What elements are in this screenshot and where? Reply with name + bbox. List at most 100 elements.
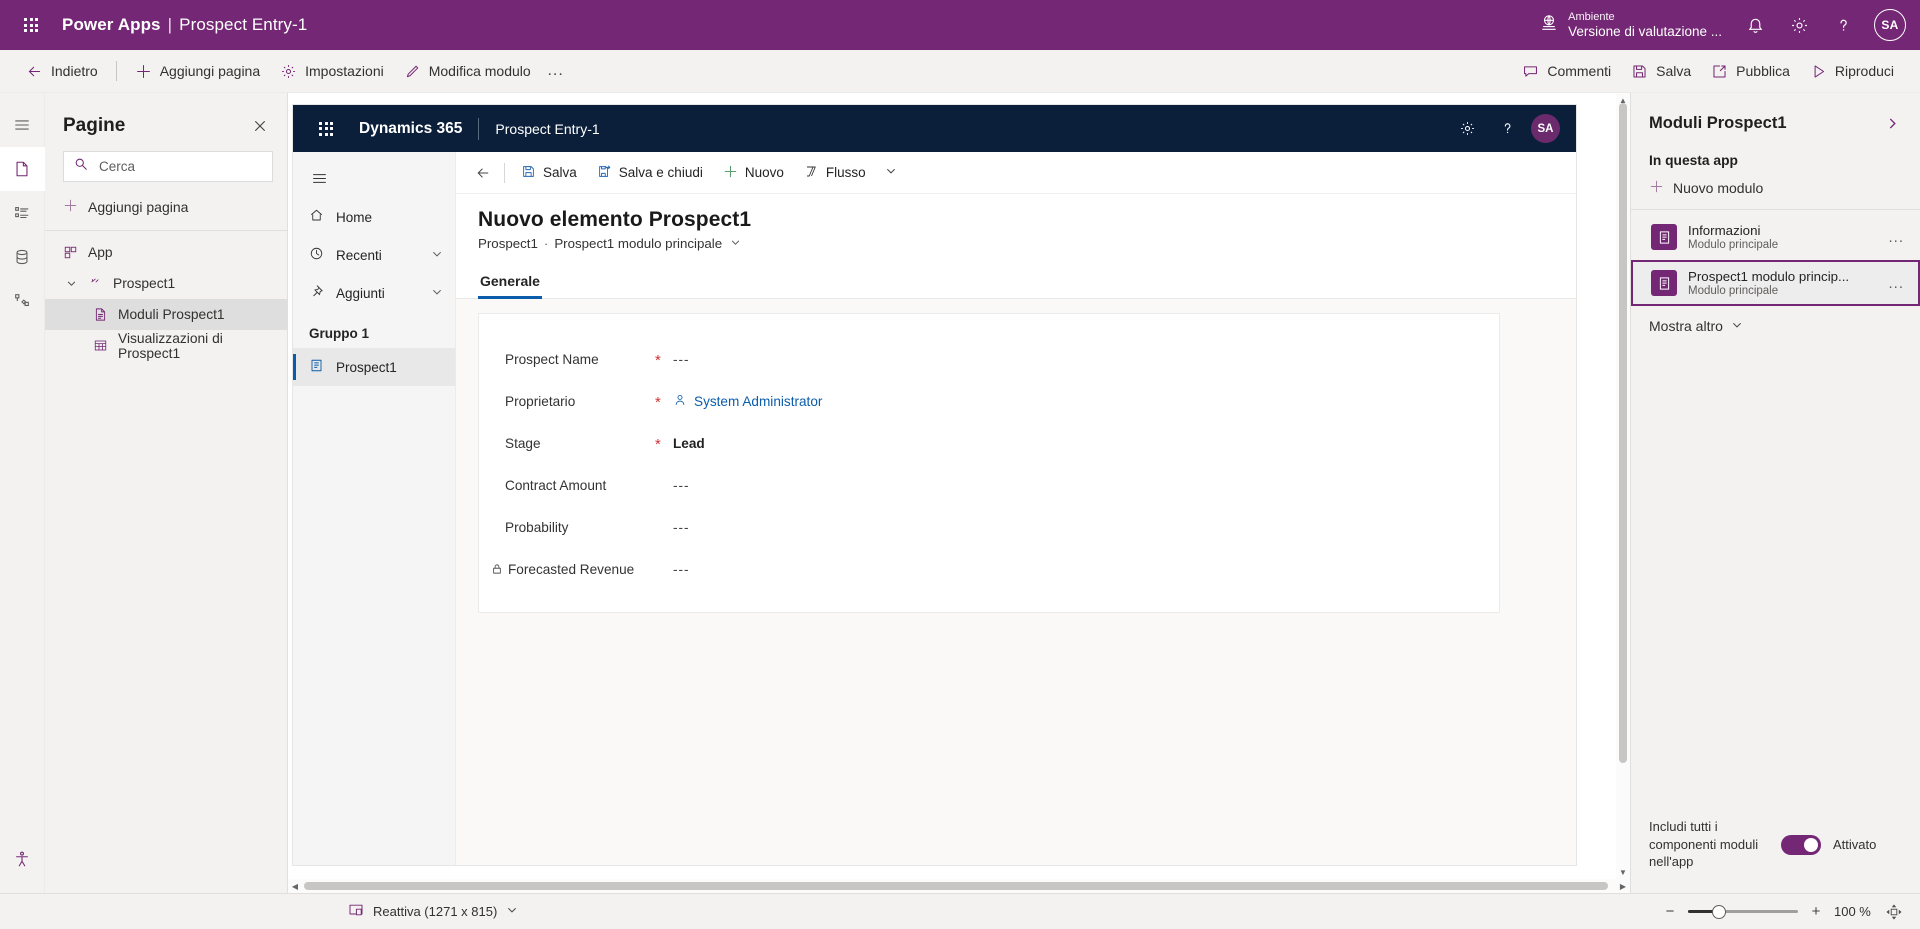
- d365-body: Home Recenti Aggiunti Gruppo 1 Prospect1…: [293, 152, 1576, 865]
- slider-knob[interactable]: [1712, 904, 1726, 919]
- add-page-link[interactable]: Aggiungi pagina: [63, 192, 273, 222]
- new-form-button[interactable]: Nuovo modulo: [1631, 174, 1920, 209]
- canvas-vertical-scrollbar[interactable]: ▲ ▼: [1616, 93, 1630, 879]
- search-input[interactable]: [97, 158, 262, 175]
- field-value[interactable]: ---: [673, 520, 690, 535]
- comments-button[interactable]: Commenti: [1512, 55, 1621, 88]
- sidebar-item-aggiunti[interactable]: Aggiunti: [293, 274, 455, 312]
- form-save-close-button[interactable]: Salva e chiudi: [587, 157, 713, 189]
- search-box[interactable]: [63, 151, 273, 182]
- question-icon[interactable]: [1824, 6, 1862, 44]
- question-icon[interactable]: [1491, 113, 1523, 145]
- avatar[interactable]: SA: [1874, 9, 1906, 41]
- list-item[interactable]: Informazioni Modulo principale ...: [1631, 214, 1920, 260]
- environment-label: Ambiente: [1568, 10, 1615, 23]
- field-value-owner[interactable]: System Administrator: [673, 393, 822, 410]
- chevron-down-icon[interactable]: [431, 248, 443, 263]
- save-button[interactable]: Salva: [1621, 55, 1701, 88]
- zoom-in-button[interactable]: +: [1808, 903, 1824, 920]
- form-section-card: Prospect Name * --- Proprietario * Syste…: [478, 313, 1500, 613]
- accessibility-icon[interactable]: [0, 837, 45, 881]
- field-value[interactable]: Lead: [673, 436, 705, 451]
- new-form-label: Nuovo modulo: [1673, 180, 1764, 196]
- gear-icon[interactable]: [1451, 113, 1483, 145]
- form-tabs: Generale: [456, 265, 1576, 299]
- chevron-right-icon[interactable]: [1880, 111, 1904, 135]
- chevron-down-icon[interactable]: [431, 286, 443, 301]
- d365-header-actions: SA: [1451, 113, 1560, 145]
- canvas-area: Dynamics 365 Prospect Entry-1 SA Home Re…: [288, 93, 1630, 893]
- form-new-button[interactable]: Nuovo: [713, 157, 794, 189]
- list-item[interactable]: Prospect1 modulo princip... Modulo princ…: [1631, 260, 1920, 306]
- gear-icon[interactable]: [1780, 6, 1818, 44]
- data-icon[interactable]: [0, 235, 45, 279]
- avatar[interactable]: SA: [1531, 114, 1560, 143]
- close-icon[interactable]: [247, 113, 273, 139]
- scroll-right-arrow-icon[interactable]: ▶: [1616, 879, 1630, 893]
- command-separator: [115, 61, 117, 81]
- screen-size-selector[interactable]: Reattiva (1271 x 815): [18, 902, 518, 921]
- publish-button[interactable]: Pubblica: [1701, 55, 1800, 88]
- environment-globe-icon: [1540, 14, 1558, 37]
- add-page-button[interactable]: Aggiungi pagina: [125, 55, 270, 88]
- edit-form-label: Modifica modulo: [428, 63, 531, 79]
- more-options-button[interactable]: ...: [1884, 275, 1908, 292]
- tree-node-app[interactable]: App: [45, 237, 287, 268]
- chevron-down-icon[interactable]: [885, 165, 897, 180]
- tree-node-visualizzazioni-prospect1[interactable]: Visualizzazioni di Prospect1: [45, 330, 287, 361]
- publish-label: Pubblica: [1736, 63, 1790, 79]
- app-launcher-icon[interactable]: [14, 8, 48, 42]
- hamburger-menu-icon[interactable]: [0, 103, 45, 147]
- left-icon-rail: [0, 93, 45, 893]
- view-grid-icon: [93, 338, 108, 353]
- plus-icon: [723, 164, 738, 182]
- scroll-left-arrow-icon[interactable]: ◀: [288, 879, 302, 893]
- canvas-horizontal-scrollbar[interactable]: ◀ ▶: [288, 879, 1630, 893]
- scroll-down-arrow-icon[interactable]: ▼: [1616, 865, 1630, 879]
- bell-icon[interactable]: [1736, 6, 1774, 44]
- app-launcher-icon[interactable]: [309, 112, 343, 146]
- pages-panel-header: Pagine: [45, 93, 287, 151]
- vertical-scroll-thumb[interactable]: [1619, 103, 1627, 763]
- show-more-label: Mostra altro: [1649, 318, 1723, 334]
- form-save-button[interactable]: Salva: [511, 157, 587, 189]
- back-arrow-icon[interactable]: [468, 158, 498, 188]
- fit-to-screen-icon[interactable]: [1886, 903, 1902, 920]
- pages-icon[interactable]: [0, 147, 45, 191]
- sidebar-item-home[interactable]: Home: [293, 198, 455, 236]
- chevron-down-icon[interactable]: [63, 278, 79, 289]
- form-subtitle: Modulo principale: [1688, 285, 1779, 297]
- tree-node-moduli-prospect1[interactable]: Moduli Prospect1: [45, 299, 287, 330]
- zoom-slider[interactable]: [1688, 904, 1798, 919]
- zoom-out-button[interactable]: −: [1662, 903, 1678, 920]
- automation-icon[interactable]: [0, 279, 45, 323]
- hamburger-menu-icon[interactable]: [297, 158, 341, 198]
- power-apps-designer: Power Apps | Prospect Entry-1 Ambiente Ver…: [0, 0, 1920, 929]
- publish-icon: [1711, 63, 1728, 80]
- chevron-down-icon[interactable]: [730, 236, 741, 251]
- include-all-components-toggle[interactable]: [1781, 834, 1821, 855]
- save-icon: [521, 164, 536, 182]
- horizontal-scroll-thumb[interactable]: [304, 882, 1608, 890]
- environment-selector[interactable]: Ambiente Versione di valutazione ...: [1532, 11, 1730, 39]
- field-value[interactable]: ---: [673, 352, 690, 367]
- field-label-text: Forecasted Revenue: [508, 561, 635, 577]
- tree-node-prospect1[interactable]: Prospect1: [45, 268, 287, 299]
- edit-form-button[interactable]: Modifica modulo: [394, 55, 541, 88]
- back-button[interactable]: Indietro: [16, 55, 108, 88]
- sidebar-item-prospect1[interactable]: Prospect1: [293, 348, 455, 386]
- play-button[interactable]: Riproduci: [1800, 55, 1904, 88]
- form-main-region: Salva Salva e chiudi Nuovo Flusso Nuovo …: [456, 152, 1576, 865]
- tab-generale[interactable]: Generale: [478, 265, 542, 299]
- settings-button[interactable]: Impostazioni: [270, 55, 394, 88]
- overflow-menu-button[interactable]: ...: [541, 56, 571, 86]
- field-value[interactable]: ---: [673, 478, 690, 493]
- sidebar-item-label: Recenti: [336, 247, 382, 263]
- pages-tree: App Prospect1 Moduli Prospect1 Visualizz…: [45, 230, 287, 361]
- sidebar-item-recenti[interactable]: Recenti: [293, 236, 455, 274]
- more-options-button[interactable]: ...: [1884, 229, 1908, 246]
- navigation-icon[interactable]: [0, 191, 45, 235]
- show-more-button[interactable]: Mostra altro: [1631, 306, 1920, 346]
- chevron-down-icon[interactable]: [506, 904, 518, 919]
- form-flow-button[interactable]: Flusso: [794, 157, 907, 189]
